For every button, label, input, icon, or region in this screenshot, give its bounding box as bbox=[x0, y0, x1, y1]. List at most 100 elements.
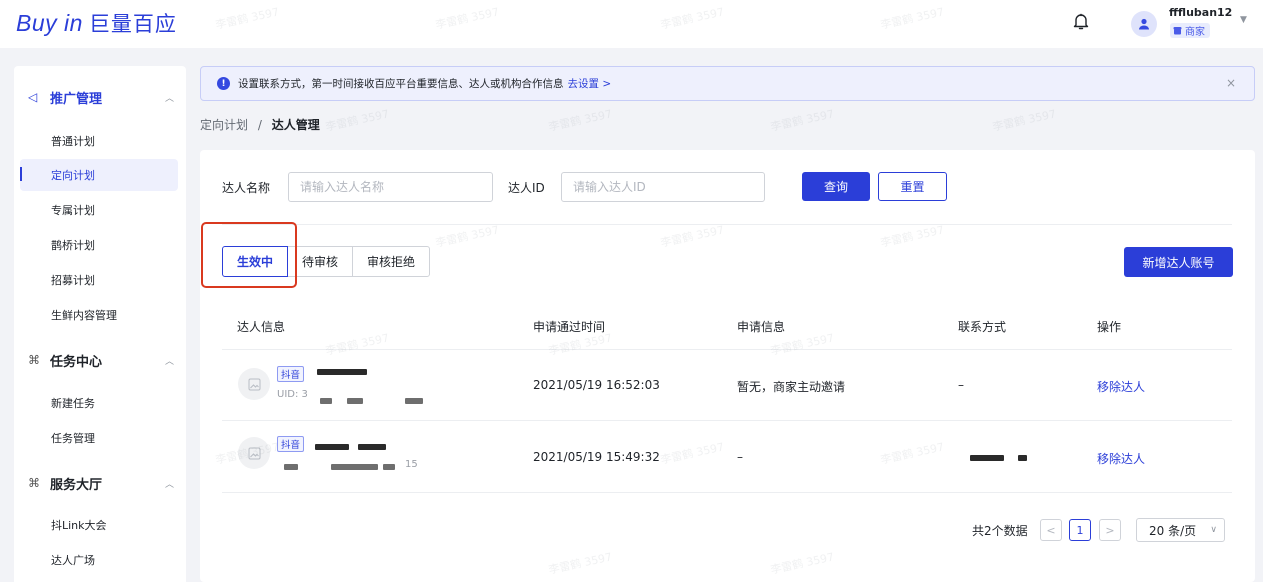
creator-id-label: 达人ID bbox=[508, 181, 545, 195]
user-avatar-icon[interactable] bbox=[1131, 11, 1157, 37]
page-size-value: 20 条/页 bbox=[1149, 523, 1197, 538]
close-icon[interactable]: × bbox=[1226, 76, 1236, 90]
section-label: 推广管理 bbox=[50, 91, 103, 107]
sidebar-section-promotion[interactable]: ◁ 推广管理 ︿ bbox=[28, 85, 174, 109]
platform-tag: 抖音 bbox=[277, 436, 305, 452]
chevron-up-icon: ︿ bbox=[164, 356, 174, 367]
notice-setup-link[interactable]: 去设置 > bbox=[568, 76, 612, 91]
role-badge: 商家 bbox=[1170, 23, 1210, 38]
sidebar-item-link-conference[interactable]: 抖Link大会 bbox=[20, 509, 178, 541]
sidebar-item-fresh-content[interactable]: 生鲜内容管理 bbox=[20, 299, 178, 331]
redacted-id bbox=[347, 398, 363, 404]
remove-creator-link[interactable]: 移除达人 bbox=[1097, 450, 1145, 467]
column-header-info: 申请信息 bbox=[737, 320, 786, 334]
item-label: 普通计划 bbox=[51, 135, 95, 148]
creator-uid: UID: 3 bbox=[277, 389, 308, 400]
chevron-up-icon: ︿ bbox=[164, 93, 174, 104]
logo-cn: 巨量百应 bbox=[88, 12, 177, 36]
remove-creator-link[interactable]: 移除达人 bbox=[1097, 378, 1145, 395]
query-button[interactable]: 查询 bbox=[802, 172, 870, 201]
contact: – bbox=[958, 378, 964, 392]
sidebar-section-service-hall[interactable]: ⌘ 服务大厅 ︿ bbox=[28, 471, 174, 495]
item-label: 招募计划 bbox=[51, 274, 95, 287]
apply-info: – bbox=[737, 450, 743, 464]
status-tabs: 生效中 待审核 审核拒绝 bbox=[222, 246, 431, 277]
column-header-time: 申请通过时间 bbox=[533, 320, 606, 334]
breadcrumb: 定向计划 / 达人管理 bbox=[200, 116, 320, 133]
item-label: 抖Link大会 bbox=[51, 519, 107, 532]
watermark: 李雷鹤 3597 bbox=[324, 107, 391, 134]
logo-latin: Buy in bbox=[16, 10, 83, 36]
sidebar-item-targeted-plan[interactable]: 定向计划 bbox=[20, 159, 178, 191]
info-icon: ! bbox=[217, 77, 230, 90]
sidebar-item-recruit-plan[interactable]: 招募计划 bbox=[20, 264, 178, 296]
username[interactable]: fffluban12 bbox=[1169, 6, 1232, 19]
sidebar-item-new-task[interactable]: 新建任务 bbox=[20, 387, 178, 419]
chevron-down-icon: ∨ bbox=[1210, 525, 1217, 535]
redacted-contact bbox=[1018, 455, 1027, 461]
tab-rejected[interactable]: 审核拒绝 bbox=[352, 246, 431, 277]
creator-id-input[interactable] bbox=[561, 172, 765, 202]
sidebar-item-task-manage[interactable]: 任务管理 bbox=[20, 422, 178, 454]
add-creator-button[interactable]: 新增达人账号 bbox=[1124, 247, 1233, 277]
page-1-button[interactable]: 1 bbox=[1069, 519, 1091, 541]
watermark: 李雷鹤 3597 bbox=[769, 107, 836, 134]
watermark: 李雷鹤 3597 bbox=[547, 107, 614, 134]
approval-time: 2021/05/19 16:52:03 bbox=[533, 378, 660, 392]
notice-banner: ! 设置联系方式，第一时间接收百应平台重要信息、达人或机构合作信息 去设置 > … bbox=[200, 66, 1255, 101]
approval-time: 2021/05/19 15:49:32 bbox=[533, 450, 660, 464]
column-header-creator: 达人信息 bbox=[237, 320, 286, 334]
redacted-contact bbox=[970, 455, 1004, 461]
notice-text: 设置联系方式，第一时间接收百应平台重要信息、达人或机构合作信息 bbox=[238, 78, 564, 90]
reset-button[interactable]: 重置 bbox=[878, 172, 947, 201]
apply-info: 暂无，商家主动邀请 bbox=[737, 380, 846, 394]
column-header-contact: 联系方式 bbox=[958, 320, 1007, 334]
tab-active[interactable]: 生效中 bbox=[222, 246, 289, 277]
role-label: 商家 bbox=[1185, 27, 1205, 38]
creator-uid-suffix: 15 bbox=[405, 459, 418, 470]
redacted-name bbox=[317, 369, 367, 375]
sidebar-item-creator-square[interactable]: 达人广场 bbox=[20, 544, 178, 576]
page-size-select[interactable]: 20 条/页 ∨ bbox=[1136, 518, 1225, 542]
megaphone-icon: ◁ bbox=[28, 90, 38, 104]
redacted-id bbox=[383, 464, 395, 470]
image-placeholder-icon bbox=[238, 368, 270, 400]
top-header: Buy in 巨量百应 fffluban12 商家 ▼ bbox=[0, 0, 1263, 48]
active-indicator bbox=[20, 167, 22, 181]
next-page-button[interactable]: > bbox=[1099, 519, 1121, 541]
redacted-id bbox=[405, 398, 423, 404]
breadcrumb-current: 达人管理 bbox=[271, 118, 320, 132]
item-label: 定向计划 bbox=[51, 169, 95, 182]
column-header-action: 操作 bbox=[1097, 320, 1122, 334]
main-card: 达人名称 达人ID 查询 重置 生效中 待审核 审核拒绝 新增达人账号 达人信息… bbox=[200, 150, 1255, 582]
store-icon bbox=[1173, 27, 1182, 35]
grid-icon: ⌘ bbox=[28, 353, 40, 367]
prev-page-button[interactable]: < bbox=[1040, 519, 1062, 541]
item-label: 鹊桥计划 bbox=[51, 239, 95, 252]
pagination-total: 共2个数据 bbox=[972, 524, 1028, 538]
sidebar: ◁ 推广管理 ︿ 普通计划 定向计划 专属计划 鹊桥计划 招募计划 生鲜内容管理… bbox=[14, 66, 186, 582]
platform-tag: 抖音 bbox=[277, 366, 305, 382]
section-label: 服务大厅 bbox=[50, 477, 103, 493]
chevron-up-icon: ︿ bbox=[164, 479, 174, 490]
redacted-id bbox=[331, 464, 378, 470]
item-label: 生鲜内容管理 bbox=[51, 309, 117, 322]
sidebar-item-normal-plan[interactable]: 普通计划 bbox=[20, 125, 178, 157]
caret-down-icon[interactable]: ▼ bbox=[1240, 15, 1247, 25]
sidebar-section-task-center[interactable]: ⌘ 任务中心 ︿ bbox=[28, 348, 174, 372]
breadcrumb-parent[interactable]: 定向计划 bbox=[200, 118, 248, 132]
section-label: 任务中心 bbox=[50, 354, 103, 370]
logo[interactable]: Buy in 巨量百应 bbox=[16, 8, 177, 38]
item-label: 专属计划 bbox=[51, 204, 95, 217]
creator-name-input[interactable] bbox=[288, 172, 493, 202]
image-placeholder-icon bbox=[238, 437, 270, 469]
breadcrumb-separator: / bbox=[257, 118, 262, 132]
row-divider bbox=[222, 492, 1232, 493]
sidebar-item-queqiao-plan[interactable]: 鹊桥计划 bbox=[20, 229, 178, 261]
item-label: 任务管理 bbox=[51, 432, 95, 445]
creator-name-label: 达人名称 bbox=[222, 181, 271, 195]
bell-icon[interactable] bbox=[1070, 10, 1092, 32]
sidebar-item-exclusive-plan[interactable]: 专属计划 bbox=[20, 194, 178, 226]
redacted-name bbox=[315, 444, 349, 450]
watermark: 李雷鹤 3597 bbox=[991, 107, 1058, 134]
